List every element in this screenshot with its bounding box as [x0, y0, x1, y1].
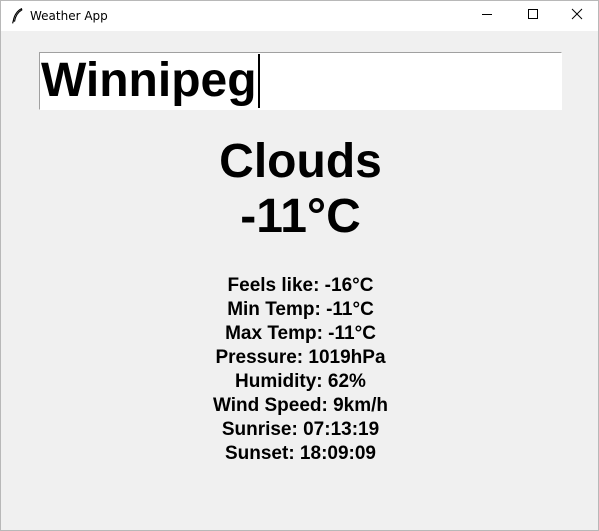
- weather-condition: Clouds: [219, 135, 382, 188]
- feels-like: Feels like: -16°C: [227, 275, 374, 296]
- humidity: Humidity: 62%: [235, 371, 366, 392]
- app-window: Weather App Winnipeg Clouds -11°C Feels …: [0, 0, 599, 531]
- city-search-input[interactable]: Winnipeg: [39, 52, 562, 110]
- wind-speed: Wind Speed: 9km/h: [212, 395, 389, 416]
- minimize-button[interactable]: [464, 1, 510, 31]
- max-temp: Max Temp: -11°C: [225, 323, 376, 344]
- maximize-button[interactable]: [510, 1, 556, 31]
- maximize-icon: [527, 7, 539, 25]
- close-button[interactable]: [554, 1, 599, 31]
- title-bar[interactable]: Weather App: [1, 1, 598, 31]
- sunrise: Sunrise: 07:13:19: [221, 419, 380, 440]
- min-temp: Min Temp: -11°C: [227, 299, 374, 320]
- pressure: Pressure: 1019hPa: [215, 347, 386, 368]
- city-input-value: Winnipeg: [41, 54, 257, 107]
- window-title: Weather App: [30, 9, 108, 23]
- current-temperature: -11°C: [240, 190, 361, 243]
- text-caret: [257, 54, 260, 108]
- close-icon: [571, 7, 583, 25]
- weather-details: Feels like: -16°C Min Temp: -11°C Max Te…: [1, 274, 599, 466]
- feather-icon: [10, 8, 24, 24]
- minimize-icon: [481, 7, 493, 25]
- sunset: Sunset: 18:09:09: [224, 443, 376, 464]
